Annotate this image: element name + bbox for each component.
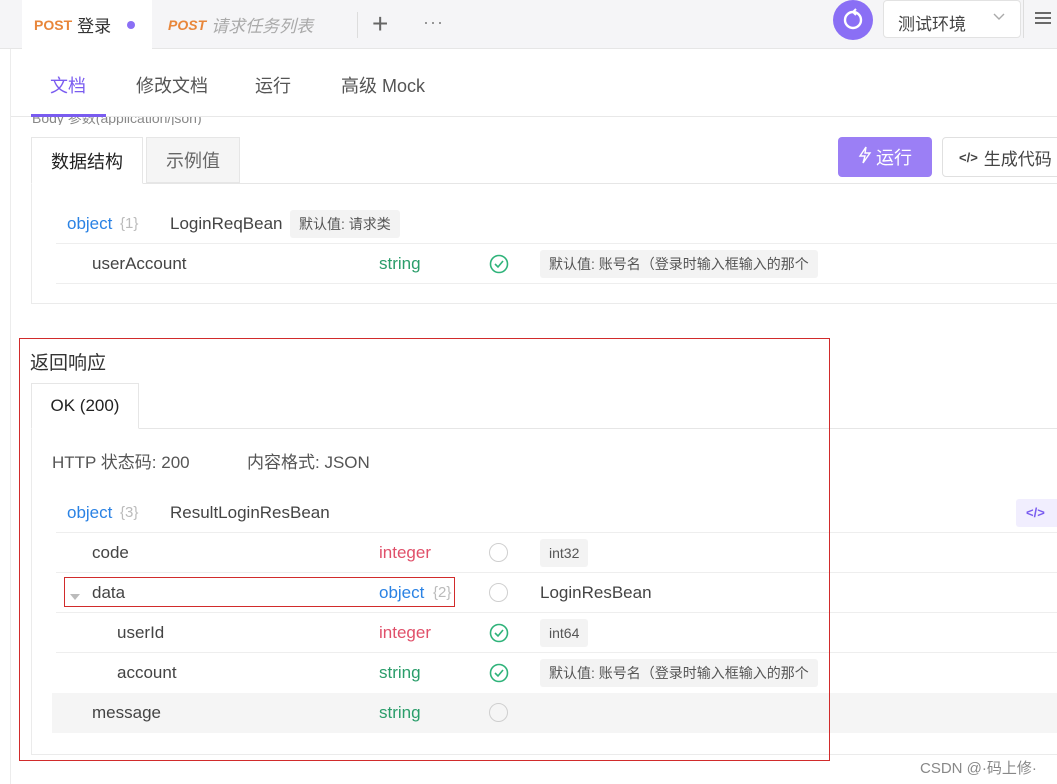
generate-code-button[interactable]: </> 生: [1016, 499, 1057, 527]
divider: [1023, 0, 1024, 38]
tab-data-structure[interactable]: 数据结构: [31, 137, 143, 184]
field-type: string: [379, 254, 421, 273]
code-icon: </>: [959, 149, 978, 165]
field-name: userAccount: [92, 254, 187, 273]
tab-task-list[interactable]: POST 请求任务列表: [157, 0, 357, 49]
row-divider: [56, 243, 1057, 244]
tab-doc[interactable]: 文档: [50, 72, 86, 98]
run-button[interactable]: 运行: [838, 137, 932, 177]
tab-login[interactable]: POST 登录: [22, 0, 152, 49]
environment-value: 测试环境: [898, 15, 966, 34]
method-label: POST: [168, 16, 207, 33]
request-tab-bar: POST 登录 POST 请求任务列表 + ··· 测试环境: [0, 0, 1057, 49]
generate-code-button[interactable]: </> 生成代码: [942, 137, 1057, 177]
generate-code-label: 生成代码: [983, 149, 1052, 169]
body-params-header: Body 参数(application/json): [32, 117, 332, 125]
subtab-divider: [31, 183, 1057, 184]
unsaved-dot-icon: [127, 20, 136, 29]
tab-divider: [357, 12, 358, 38]
run-label: 运行: [876, 148, 912, 168]
method-label: POST: [34, 16, 73, 33]
body-params-title: Body 参数(application/json): [32, 117, 202, 125]
menu-icon[interactable]: [1035, 11, 1051, 30]
tab-example-value[interactable]: 示例值: [146, 137, 240, 183]
field-count: {1}: [120, 215, 139, 232]
default-value-tag: 默认值: 请求类: [290, 210, 400, 238]
default-value-tag: 默认值: 账号名（登录时输入框输入的那个: [540, 250, 818, 278]
environment-select[interactable]: 测试环境: [883, 0, 1021, 38]
watermark: CSDN @·码上修·: [920, 760, 1037, 777]
add-tab-icon[interactable]: +: [372, 9, 388, 39]
tab-run[interactable]: 运行: [255, 72, 291, 98]
tab-edit-doc[interactable]: 修改文档: [136, 72, 208, 98]
chevron-down-icon: [992, 10, 1006, 29]
lightning-icon: [858, 146, 872, 169]
left-rail: [10, 49, 11, 784]
root-type: object: [67, 214, 113, 233]
more-icon[interactable]: ···: [423, 12, 444, 33]
sync-icon[interactable]: [833, 0, 873, 40]
annotation-box-response: [19, 338, 830, 761]
schema-name: LoginReqBean: [170, 214, 283, 233]
row-divider: [56, 283, 1057, 284]
tab-advanced-mock[interactable]: 高级 Mock: [341, 72, 425, 98]
code-icon: </>: [1026, 505, 1045, 520]
required-check-icon: [489, 254, 509, 274]
tab-title: 请求任务列表: [211, 17, 314, 36]
annotation-box-data-row: [64, 577, 455, 607]
tab-title: 登录: [77, 17, 112, 36]
